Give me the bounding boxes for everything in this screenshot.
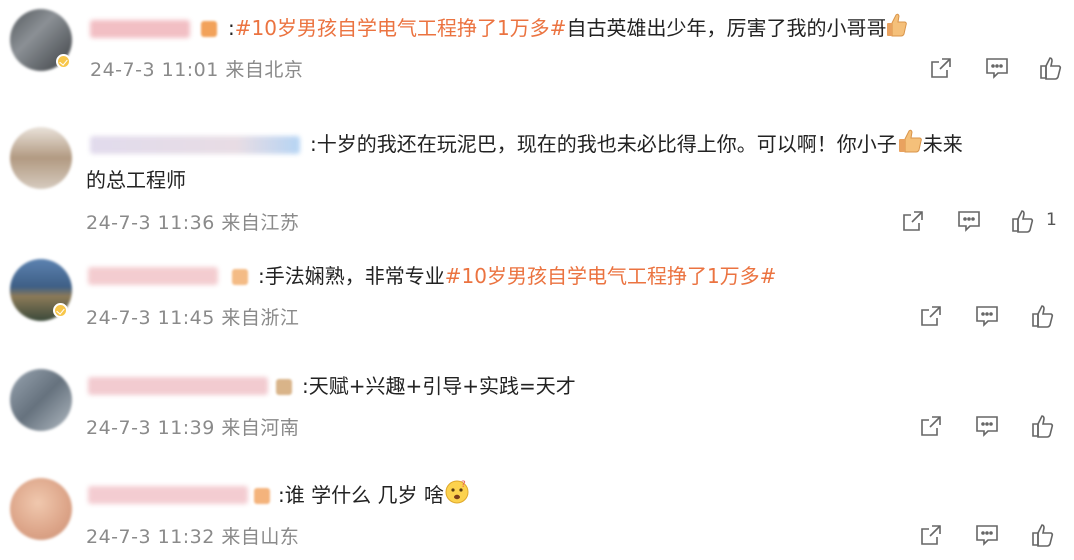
username[interactable] — [88, 267, 218, 285]
comment-icon — [986, 58, 1008, 79]
comment-button[interactable] — [974, 522, 1000, 548]
like-icon — [1032, 415, 1054, 438]
share-icon — [903, 211, 923, 231]
comment-item: :谁 学什么 几岁 啥 ? 24-7-3 11:32 来自山东 — [0, 475, 1074, 560]
thumbs-up-icon — [897, 129, 923, 162]
user-tag-icon — [254, 488, 270, 504]
like-icon — [1012, 210, 1034, 233]
like-count: 1 — [1046, 210, 1057, 230]
comment-item: :天赋+兴趣+引导+实践=天才 24-7-3 11:39 来自河南 — [0, 366, 1074, 461]
like-button[interactable] — [1030, 303, 1056, 329]
comment-actions — [0, 55, 1074, 81]
comment-text-line2: 的总工程师 — [86, 168, 186, 192]
share-icon — [921, 416, 941, 436]
comment-text: :谁 学什么 几岁 啥 ? — [278, 479, 470, 514]
topic-link[interactable]: #10岁男孩自学电气工程挣了1万多# — [445, 264, 777, 288]
comment-button[interactable] — [984, 55, 1010, 81]
comment-item: :#10岁男孩自学电气工程挣了1万多#自古英雄出少年，厉害了我的小哥哥 24-7… — [0, 0, 1074, 110]
share-button[interactable] — [900, 208, 926, 234]
comment-item: :十岁的我还在玩泥巴，现在的我也未必比得上你。可以啊！你小子 未来 的总工程师 … — [0, 118, 1074, 248]
comment-actions — [0, 413, 1074, 439]
comment-button[interactable] — [956, 208, 982, 234]
comment-actions — [0, 522, 1074, 548]
topic-link[interactable]: #10岁男孩自学电气工程挣了1万多# — [235, 16, 567, 40]
comment-actions — [0, 303, 1074, 329]
comment-icon — [958, 211, 980, 232]
comment-item: :手法娴熟，非常专业#10岁男孩自学电气工程挣了1万多# 24-7-3 11:4… — [0, 256, 1074, 356]
share-button[interactable] — [918, 413, 944, 439]
avatar[interactable] — [10, 127, 72, 189]
comment-text: :#10岁男孩自学电气工程挣了1万多#自古英雄出少年，厉害了我的小哥哥 — [228, 12, 908, 46]
user-tag-icon — [276, 379, 292, 395]
user-tag-icon — [232, 269, 248, 285]
like-button[interactable] — [1030, 413, 1056, 439]
thumbs-up-icon — [886, 13, 908, 46]
share-button[interactable] — [918, 522, 944, 548]
comment-icon — [976, 306, 998, 327]
svg-text:?: ? — [461, 480, 466, 490]
user-tag-icon — [201, 21, 217, 37]
username[interactable] — [88, 377, 268, 395]
share-icon — [921, 306, 941, 326]
comment-button[interactable] — [974, 413, 1000, 439]
share-button[interactable] — [918, 303, 944, 329]
comment-button[interactable] — [974, 303, 1000, 329]
username[interactable] — [90, 20, 190, 38]
like-button[interactable] — [1010, 208, 1036, 234]
share-button[interactable] — [928, 55, 954, 81]
username[interactable] — [90, 136, 300, 154]
like-icon — [1032, 305, 1054, 328]
comment-text: :手法娴熟，非常专业#10岁男孩自学电气工程挣了1万多# — [258, 264, 777, 288]
share-icon — [931, 58, 951, 78]
share-icon — [921, 525, 941, 545]
comment-icon — [976, 416, 998, 437]
like-button[interactable] — [1030, 522, 1056, 548]
thinking-face-icon: ? — [444, 479, 470, 514]
like-icon — [1032, 524, 1054, 547]
like-icon — [1040, 57, 1062, 80]
comment-text: :天赋+兴趣+引导+实践=天才 — [302, 374, 576, 398]
comment-actions: 1 — [0, 208, 1074, 234]
like-button[interactable] — [1038, 55, 1064, 81]
comment-icon — [976, 525, 998, 546]
comment-text: :十岁的我还在玩泥巴，现在的我也未必比得上你。可以啊！你小子 未来 — [310, 128, 963, 162]
username[interactable] — [88, 486, 248, 504]
